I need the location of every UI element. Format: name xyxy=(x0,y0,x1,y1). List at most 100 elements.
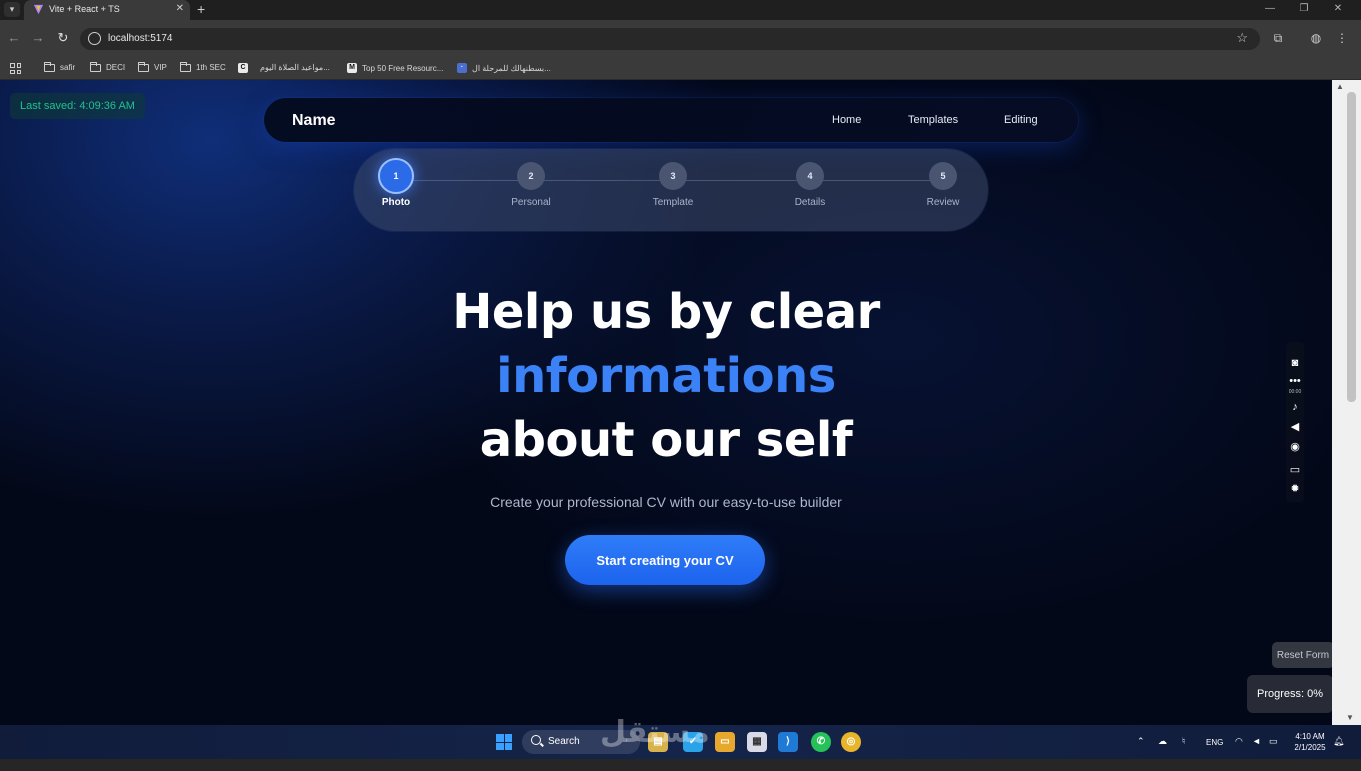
folder-icon xyxy=(44,61,55,72)
bookmark-label: مواعيد الصلاة اليوم... xyxy=(260,63,330,72)
site-info-icon[interactable] xyxy=(88,32,101,45)
vite-icon xyxy=(33,4,44,15)
screen-icon[interactable]: ▭ xyxy=(1286,463,1304,477)
battery-icon[interactable]: ▭ xyxy=(1269,736,1278,747)
close-window-button[interactable]: ✕ xyxy=(1321,0,1355,18)
bookmarks-bar: safir DECI VIP 1th SEC C مواعيد الصلاة ا… xyxy=(0,58,1361,80)
step-label: Review xyxy=(926,197,960,208)
last-saved-indicator: Last saved: 4:09:36 AM xyxy=(10,93,145,119)
brand-logo[interactable]: Name xyxy=(292,112,336,130)
bookmark-label: DECI xyxy=(106,63,126,72)
minimize-button[interactable]: — xyxy=(1253,0,1287,18)
step-review[interactable]: 5 Review xyxy=(913,162,973,208)
clock-time: 4:10 AM xyxy=(1295,732,1325,741)
tab-search-button[interactable]: ▾ xyxy=(4,2,20,17)
new-tab-button[interactable]: + xyxy=(197,1,205,17)
nav-editing[interactable]: Editing xyxy=(1004,114,1038,126)
scroll-up-arrow-icon[interactable]: ▲ xyxy=(1336,82,1344,91)
folder-icon xyxy=(90,61,101,72)
bookmark-star-icon[interactable]: ☆ xyxy=(1236,30,1248,46)
apps-grid-icon[interactable] xyxy=(10,63,21,74)
hero-subtitle: Create your professional CV with our eas… xyxy=(490,494,842,510)
bookmark-site[interactable]: C xyxy=(238,63,248,73)
tab-strip: ▾ Vite + React + TS ✕ + — ❐ ✕ xyxy=(0,0,1361,20)
hero-line-3: about our self xyxy=(479,412,853,468)
scrollbar-thumb[interactable] xyxy=(1347,92,1356,402)
hero-heading: Help us by clear informations about our … xyxy=(0,280,1332,472)
speaker-icon[interactable]: ◀ xyxy=(1286,420,1304,434)
step-template[interactable]: 3 Template xyxy=(643,162,703,208)
profile-icon[interactable]: ◍ xyxy=(1308,30,1324,46)
bookmark-1th-sec[interactable]: 1th SEC xyxy=(180,61,226,72)
folder-icon xyxy=(138,61,149,72)
forward-arrow-icon[interactable]: → xyxy=(30,30,46,46)
progress-indicator: Progress: 0% xyxy=(1247,675,1332,713)
vscode-icon[interactable]: ⟩ xyxy=(778,732,798,752)
step-details[interactable]: 4 Details xyxy=(780,162,840,208)
mic-tray-icon[interactable]: ♮ xyxy=(1182,736,1185,747)
cloud-icon[interactable]: ☁ xyxy=(1158,736,1167,747)
step-number: 1 xyxy=(378,158,414,194)
step-label: Personal xyxy=(511,197,551,208)
step-number: 4 xyxy=(796,162,824,190)
windows-start-icon[interactable] xyxy=(496,734,512,750)
extensions-icon[interactable]: ⧉ xyxy=(1270,30,1286,46)
site-icon: · xyxy=(457,63,467,73)
bookmark-safir[interactable]: safir xyxy=(44,61,76,72)
close-tab-icon[interactable]: ✕ xyxy=(176,3,184,14)
address-bar[interactable]: localhost:5174 ☆ xyxy=(80,28,1260,50)
scroll-down-arrow-icon[interactable]: ▼ xyxy=(1346,713,1354,722)
browser-toolbar: ← → ↻ localhost:5174 ☆ ⧉ ◍ ⋮ xyxy=(0,20,1361,58)
microphone-icon[interactable]: ♪ xyxy=(1286,400,1304,414)
reset-form-button[interactable]: Reset Form xyxy=(1272,642,1332,668)
bookmark-label: 1th SEC xyxy=(196,63,226,72)
page-viewport: Last saved: 4:09:36 AM Name Home Templat… xyxy=(0,80,1332,725)
bookmark-prayer-times[interactable]: مواعيد الصلاة اليوم... xyxy=(260,63,330,72)
active-tab[interactable]: Vite + React + TS ✕ xyxy=(24,0,190,20)
folder-icon xyxy=(180,61,191,72)
step-number: 3 xyxy=(659,162,687,190)
webcam-icon[interactable]: ◉ xyxy=(1286,440,1304,454)
search-icon xyxy=(531,735,541,745)
restore-button[interactable]: ❐ xyxy=(1287,0,1321,18)
step-number: 2 xyxy=(517,162,545,190)
bookmark-top-50[interactable]: M Top 50 Free Resourc... xyxy=(347,63,443,73)
step-photo[interactable]: 1 Photo xyxy=(366,158,426,208)
app-navbar: Name Home Templates Editing xyxy=(264,98,1078,142)
bookmark-label: Top 50 Free Resourc... xyxy=(362,63,444,73)
start-cv-button[interactable]: Start creating your CV xyxy=(565,535,765,585)
chrome-icon[interactable]: ◎ xyxy=(841,732,861,752)
tray-chevron-icon[interactable]: ⌃ xyxy=(1137,736,1145,747)
folder-app-icon[interactable]: ▭ xyxy=(715,732,735,752)
nav-templates[interactable]: Templates xyxy=(908,114,958,126)
bookmark-deci[interactable]: DECI xyxy=(90,61,126,72)
camera-icon[interactable]: ◙ xyxy=(1286,356,1304,370)
whatsapp-icon[interactable]: ✆ xyxy=(811,732,831,752)
screen-recorder-toolbar: ◙ ••• 00:00 ♪ ◀ ◉ ▭ ✹ xyxy=(1286,342,1304,502)
bookmark-label: safir xyxy=(60,63,76,72)
more-dots-icon[interactable]: ••• xyxy=(1286,374,1304,388)
nav-home[interactable]: Home xyxy=(832,114,861,126)
tab-title: Vite + React + TS xyxy=(49,4,120,14)
volume-icon[interactable]: ◄ xyxy=(1252,736,1261,746)
windows-taskbar: Search ▤ ✓ ▭ ▦ مستقل ⟩ ✆ ◎ ⌃ ☁ ♮ ENG ◠ ◄… xyxy=(0,715,1361,759)
settings-gear-icon[interactable]: ✹ xyxy=(1286,482,1304,496)
bookmark-label: بسطنهالك للمرحلة ال... xyxy=(472,63,551,73)
site-icon: C xyxy=(238,63,248,73)
url-text[interactable]: localhost:5174 xyxy=(108,33,173,44)
back-arrow-icon[interactable]: ← xyxy=(6,30,22,46)
bookmark-vip[interactable]: VIP xyxy=(138,61,167,72)
clock[interactable]: 4:10 AM 2/1/2025 xyxy=(1288,731,1332,753)
progress-stepper: 1 Photo 2 Personal 3 Template 4 Details … xyxy=(354,149,988,231)
reload-icon[interactable]: ↻ xyxy=(55,30,71,46)
step-personal[interactable]: 2 Personal xyxy=(501,162,561,208)
language-indicator[interactable]: ENG xyxy=(1206,738,1223,747)
bookmark-arabic-stage[interactable]: · بسطنهالك للمرحلة ال... xyxy=(457,63,551,73)
medium-icon: M xyxy=(347,63,357,73)
recording-time: 00:00 xyxy=(1288,389,1302,395)
wifi-icon[interactable]: ◠ xyxy=(1235,736,1243,747)
notification-bell-icon[interactable]: 🔔︎ xyxy=(1333,736,1344,747)
menu-kebab-icon[interactable]: ⋮ xyxy=(1334,30,1350,46)
store-icon[interactable]: ▦ xyxy=(747,732,767,752)
step-number: 5 xyxy=(929,162,957,190)
